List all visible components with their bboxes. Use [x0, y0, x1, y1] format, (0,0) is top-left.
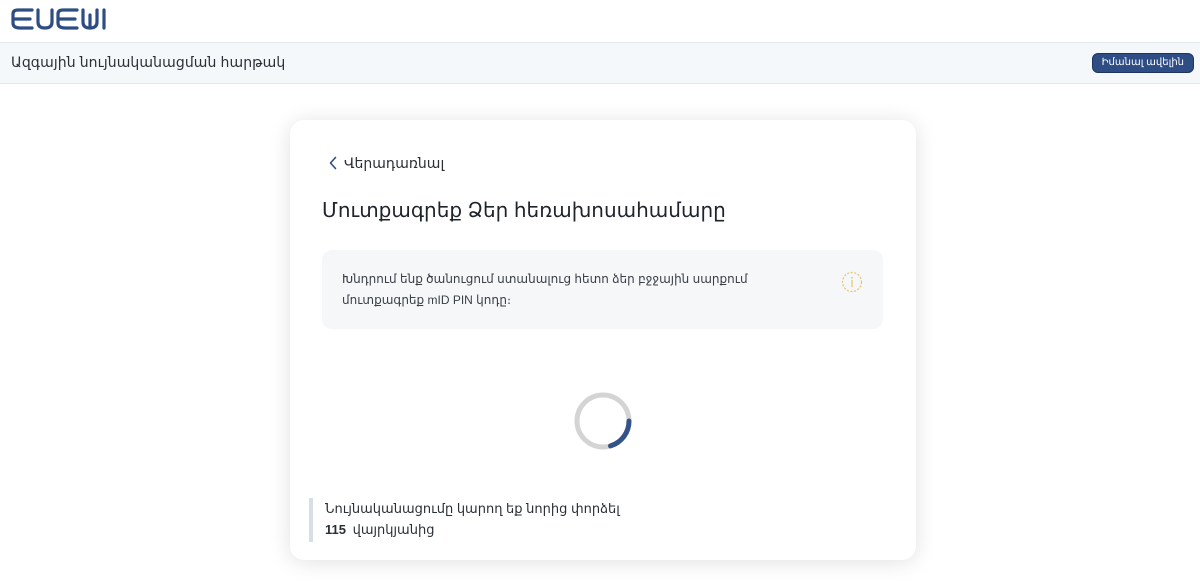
page-title: Մուտքագրեք Ձեր հեռախոսահամարը	[322, 200, 726, 222]
retry-notice: Նույնականացումը կարող եք նորից փորձել 11…	[309, 498, 620, 542]
subheader: Ազգային նույնականացման հարթակ Իմանալ ավե…	[0, 42, 1200, 84]
back-label: Վերադառնալ	[344, 154, 445, 171]
retry-seconds: 115	[325, 522, 346, 537]
back-link[interactable]: Վերադառնալ	[328, 153, 444, 173]
chevron-left-icon	[329, 156, 337, 170]
retry-timer: 115 վայրկյանից	[325, 519, 620, 540]
loading-spinner-icon	[574, 392, 632, 450]
learn-more-button[interactable]: Իմանալ ավելին	[1091, 53, 1194, 73]
info-notice: Խնդրում ենք ծանուցում ստանալուց հետո ձեր…	[322, 250, 883, 329]
platform-title: Ազգային նույնականացման հարթակ	[11, 54, 286, 70]
retry-text: Նույնականացումը կարող եք նորից փորձել	[325, 501, 620, 516]
info-icon	[841, 271, 863, 293]
phone-entry-card: Վերադառնալ Մուտքագրեք Ձեր հեռախոսահամարը…	[290, 120, 916, 560]
site-logo[interactable]	[10, 8, 110, 30]
retry-suffix: վայրկյանից	[352, 522, 435, 537]
top-bar	[0, 0, 1200, 42]
info-text: Խնդրում ենք ծանուցում ստանալուց հետո ձեր…	[342, 272, 748, 307]
